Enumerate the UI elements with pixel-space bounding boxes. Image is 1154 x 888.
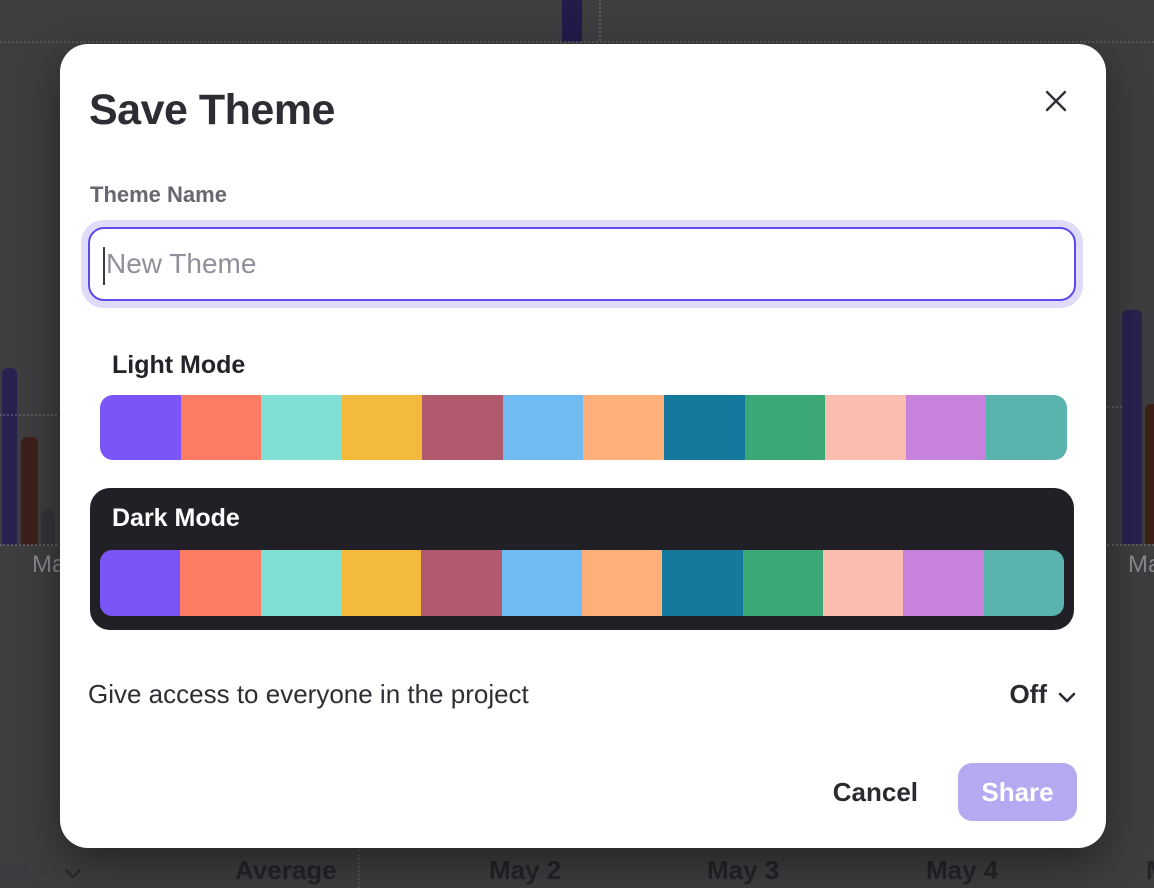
palette-swatch bbox=[664, 395, 745, 460]
period-dropdown[interactable]: od 4 bbox=[0, 855, 81, 886]
light-mode-label: Light Mode bbox=[112, 351, 1106, 380]
palette-swatch bbox=[180, 550, 260, 616]
dark-mode-card: Dark Mode bbox=[90, 488, 1074, 630]
palette-swatch bbox=[903, 550, 983, 616]
background-chart-bar bbox=[562, 0, 582, 42]
dialog-title: Save Theme bbox=[89, 86, 1106, 135]
dark-mode-label: Dark Mode bbox=[112, 504, 1064, 533]
light-mode-palette bbox=[100, 395, 1067, 460]
grid-line-horizontal bbox=[0, 41, 1154, 43]
column-header-may2: May 2 bbox=[489, 855, 561, 886]
cancel-button[interactable]: Cancel bbox=[833, 777, 918, 808]
text-cursor bbox=[103, 247, 105, 285]
palette-swatch bbox=[745, 395, 826, 460]
theme-name-label: Theme Name bbox=[90, 182, 1106, 208]
palette-swatch bbox=[100, 395, 181, 460]
palette-swatch bbox=[743, 550, 823, 616]
chevron-down-icon bbox=[1058, 679, 1076, 710]
palette-swatch bbox=[422, 395, 503, 460]
palette-swatch bbox=[906, 395, 987, 460]
palette-swatch bbox=[502, 550, 582, 616]
grid-line-horizontal bbox=[1107, 406, 1122, 408]
background-chart-bar bbox=[21, 437, 38, 545]
background-chart-bar bbox=[41, 510, 55, 545]
grid-line-vertical bbox=[599, 0, 601, 41]
palette-swatch bbox=[421, 550, 501, 616]
axis-line bbox=[0, 544, 57, 546]
column-header-may3: May 3 bbox=[707, 855, 779, 886]
column-header-may4: May 4 bbox=[926, 855, 998, 886]
axis-tick-label: Ma bbox=[1128, 551, 1154, 579]
background-chart-bar bbox=[2, 368, 17, 545]
dialog-actions: Cancel Share bbox=[60, 763, 1077, 821]
theme-name-input[interactable] bbox=[90, 229, 1074, 299]
grid-line-vertical bbox=[358, 849, 360, 888]
access-dropdown[interactable]: Off bbox=[1009, 679, 1076, 710]
column-header-partial: M bbox=[1146, 855, 1154, 886]
access-row: Give access to everyone in the project O… bbox=[88, 679, 1076, 710]
palette-swatch bbox=[503, 395, 584, 460]
palette-swatch bbox=[261, 395, 342, 460]
grid-line-horizontal bbox=[0, 414, 57, 416]
period-dropdown-label: od 4 bbox=[0, 855, 51, 886]
palette-swatch bbox=[984, 550, 1064, 616]
palette-swatch bbox=[261, 550, 341, 616]
chevron-down-icon bbox=[65, 855, 81, 886]
access-dropdown-value: Off bbox=[1009, 679, 1047, 710]
close-button[interactable] bbox=[1040, 86, 1072, 118]
palette-swatch bbox=[986, 395, 1067, 460]
save-theme-dialog: Save Theme Theme Name Light Mode Dark Mo… bbox=[60, 44, 1106, 848]
background-chart-bar bbox=[1122, 310, 1142, 544]
palette-swatch bbox=[662, 550, 742, 616]
share-button[interactable]: Share bbox=[958, 763, 1077, 821]
palette-swatch bbox=[825, 395, 906, 460]
palette-swatch bbox=[583, 395, 664, 460]
axis-line bbox=[1107, 544, 1154, 546]
background-chart-bar bbox=[1145, 404, 1154, 544]
access-label: Give access to everyone in the project bbox=[88, 679, 529, 710]
column-header-average: Average bbox=[235, 855, 337, 886]
palette-swatch bbox=[341, 550, 421, 616]
close-icon bbox=[1043, 88, 1069, 117]
palette-swatch bbox=[582, 550, 662, 616]
palette-swatch bbox=[342, 395, 423, 460]
palette-swatch bbox=[823, 550, 903, 616]
theme-name-field-wrapper bbox=[88, 227, 1076, 301]
dark-mode-palette bbox=[100, 550, 1064, 616]
palette-swatch bbox=[100, 550, 180, 616]
palette-swatch bbox=[181, 395, 262, 460]
